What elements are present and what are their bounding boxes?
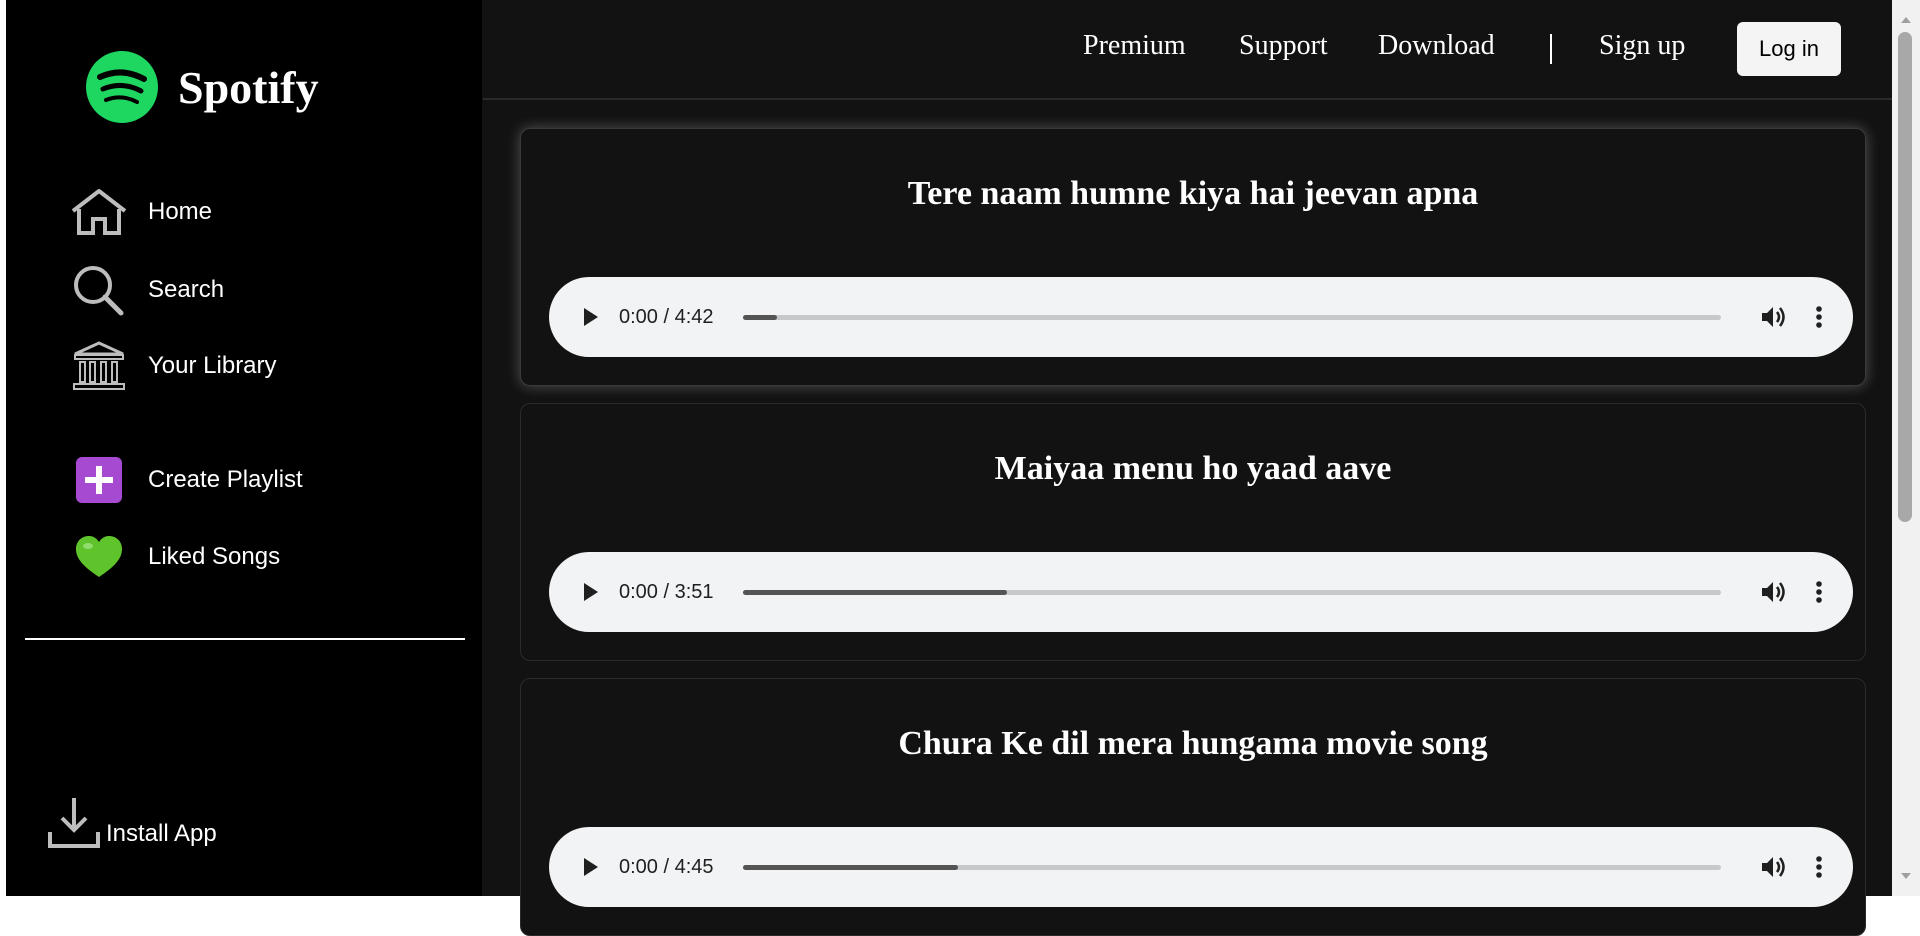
volume-icon: [1762, 582, 1785, 602]
vertical-scrollbar[interactable]: [1892, 0, 1920, 896]
green-heart-icon: [64, 529, 134, 585]
top-nav-bar: Premium Support Download Sign up Log in: [483, 0, 1892, 100]
audio-player: 0:00 / 3:51: [549, 552, 1853, 632]
time-display: 0:00 / 4:45: [619, 856, 714, 878]
install-app-button[interactable]: Install App: [46, 796, 217, 850]
liked-songs-label: Liked Songs: [148, 543, 281, 570]
home-icon: [64, 184, 134, 240]
sidebar-item-your-library[interactable]: Your Library: [64, 338, 277, 394]
play-icon: [584, 583, 598, 601]
time-display: 0:00 / 3:51: [619, 581, 714, 603]
audio-player: 0:00 / 4:45: [549, 827, 1853, 907]
download-icon: [48, 798, 100, 848]
spotify-logo-icon: [86, 51, 158, 123]
signup-link[interactable]: Sign up: [1599, 30, 1685, 62]
play-icon: [584, 858, 598, 876]
login-button[interactable]: Log in: [1737, 22, 1841, 76]
app-window: Spotify Home Search Your Library Create …: [6, 0, 1892, 936]
more-options-button[interactable]: [1809, 578, 1829, 606]
buffered-fill: [743, 865, 959, 870]
play-button[interactable]: [579, 304, 603, 330]
time-display: 0:00 / 4:42: [619, 306, 714, 328]
install-app-label: Install App: [106, 820, 217, 847]
play-icon: [584, 308, 598, 326]
nav-separator: [1550, 34, 1552, 64]
song-card: Maiyaa menu ho yaad aave 0:00 / 3:51: [520, 403, 1866, 661]
audio-player: 0:00 / 4:42: [549, 277, 1853, 357]
brand-name: Spotify: [178, 61, 319, 113]
volume-button[interactable]: [1759, 853, 1789, 881]
play-button[interactable]: [579, 854, 603, 880]
song-title: Tere naam humne kiya hai jeevan apna: [907, 175, 1479, 212]
song-title: Maiyaa menu ho yaad aave: [994, 450, 1392, 487]
kebab-menu-icon: [1816, 856, 1822, 878]
scrollbar-thumb[interactable]: [1898, 32, 1912, 522]
seek-bar[interactable]: [743, 865, 1721, 870]
sidebar-item-search[interactable]: Search: [64, 262, 224, 318]
kebab-menu-icon: [1816, 306, 1822, 328]
sidebar-item-label: Home: [148, 198, 213, 225]
plus-icon: [64, 452, 134, 508]
create-playlist-button[interactable]: Create Playlist: [64, 452, 303, 508]
library-icon: [64, 338, 134, 394]
kebab-menu-icon: [1816, 581, 1822, 603]
song-card: Tere naam humne kiya hai jeevan apna 0:0…: [520, 128, 1866, 386]
volume-icon: [1762, 857, 1785, 877]
search-icon: [64, 262, 134, 318]
liked-songs-button[interactable]: Liked Songs: [64, 529, 280, 585]
volume-icon: [1762, 307, 1785, 327]
play-button[interactable]: [579, 579, 603, 605]
sidebar-divider: [25, 638, 465, 640]
create-playlist-label: Create Playlist: [148, 466, 303, 493]
seek-bar[interactable]: [743, 315, 1721, 320]
sidebar-item-home[interactable]: Home: [64, 184, 212, 240]
buffered-fill: [743, 590, 1008, 595]
scroll-up-arrow-icon[interactable]: [1898, 12, 1914, 28]
brand[interactable]: Spotify: [86, 47, 319, 127]
more-options-button[interactable]: [1809, 853, 1829, 881]
download-link[interactable]: Download: [1378, 30, 1495, 62]
buffered-fill: [743, 315, 778, 320]
volume-button[interactable]: [1759, 578, 1789, 606]
song-card: Chura Ke dil mera hungama movie song 0:0…: [520, 678, 1866, 936]
premium-link[interactable]: Premium: [1083, 30, 1186, 62]
support-link[interactable]: Support: [1239, 30, 1328, 62]
sidebar: Spotify Home Search Your Library Create …: [6, 0, 482, 896]
song-title: Chura Ke dil mera hungama movie song: [898, 725, 1488, 762]
scroll-down-arrow-icon[interactable]: [1898, 868, 1914, 884]
sidebar-item-label: Search: [148, 276, 225, 303]
volume-button[interactable]: [1759, 303, 1789, 331]
more-options-button[interactable]: [1809, 303, 1829, 331]
seek-bar[interactable]: [743, 590, 1721, 595]
sidebar-item-label: Your Library: [148, 352, 277, 379]
